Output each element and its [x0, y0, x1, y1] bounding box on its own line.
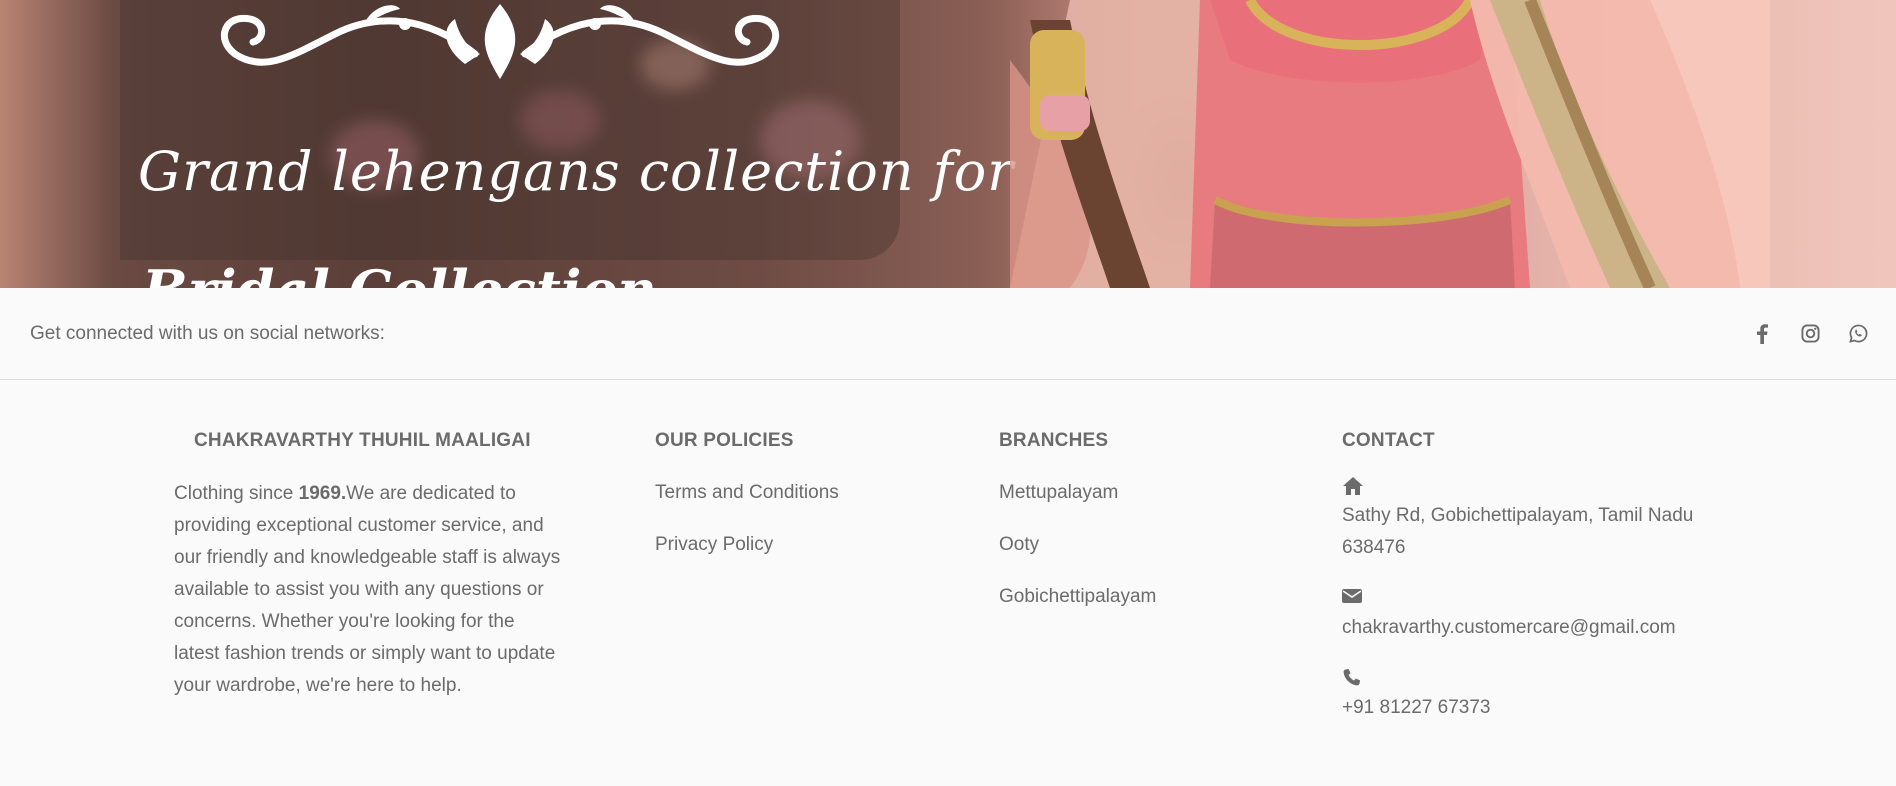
about-text: Clothing since 1969.We are dedicated to … [174, 478, 564, 702]
about-text-body: We are dedicated to providing exceptiona… [174, 483, 561, 696]
about-text-lead: Clothing since [174, 483, 299, 504]
hero-subtitle: Bridal Collection [142, 258, 657, 288]
site-footer: CHAKRAVARTHY THUHIL MAALIGAI Clothing si… [0, 380, 1896, 785]
branch-link-gobichettipalayam[interactable]: Gobichettipalayam [999, 584, 1156, 610]
branches-heading: BRANCHES [999, 430, 1109, 451]
instagram-icon[interactable] [1800, 324, 1820, 344]
social-icons [1752, 323, 1868, 344]
home-icon [1342, 476, 1742, 500]
privacy-link[interactable]: Privacy Policy [655, 532, 839, 558]
email-link[interactable]: chakravarthy.customercare@gmail.com [1342, 612, 1742, 644]
about-heading: CHAKRAVARTHY THUHIL MAALIGAI [194, 430, 531, 451]
contact-address: Sathy Rd, Gobichettipalayam, Tamil Nadu … [1342, 476, 1742, 564]
phone-link[interactable]: +91 81227 67373 [1342, 692, 1742, 724]
address-text: Sathy Rd, Gobichettipalayam, Tamil Nadu … [1342, 505, 1694, 558]
social-bar: Get connected with us on social networks… [0, 288, 1896, 380]
branch-link-ooty[interactable]: Ooty [999, 532, 1156, 558]
ornament-flourish-icon [220, 4, 780, 79]
facebook-icon[interactable] [1752, 323, 1772, 344]
contact-email: chakravarthy.customercare@gmail.com [1342, 588, 1742, 644]
footer-contact: CONTACT Sathy Rd, Gobichettipalayam, Tam… [1342, 430, 1742, 724]
social-bar-text: Get connected with us on social networks… [30, 322, 385, 344]
about-year: 1969. [298, 483, 347, 504]
footer-about: CHAKRAVARTHY THUHIL MAALIGAI Clothing si… [174, 430, 564, 702]
terms-link[interactable]: Terms and Conditions [655, 480, 839, 506]
contact-phone: +91 81227 67373 [1342, 668, 1742, 724]
branch-link-mettupalayam[interactable]: Mettupalayam [999, 480, 1156, 506]
footer-branches: BRANCHES Mettupalayam Ooty Gobichettipal… [999, 430, 1156, 610]
bride-photo [1010, 0, 1770, 288]
contact-heading: CONTACT [1342, 430, 1435, 451]
whatsapp-icon[interactable] [1848, 324, 1868, 344]
policies-heading: OUR POLICIES [655, 430, 794, 451]
phone-icon [1342, 668, 1742, 692]
hero-title: Grand lehengans collection for [138, 140, 1015, 203]
footer-policies: OUR POLICIES Terms and Conditions Privac… [655, 430, 839, 558]
envelope-icon [1342, 588, 1742, 612]
hero-banner: Grand lehengans collection for Bridal Co… [0, 0, 1896, 288]
